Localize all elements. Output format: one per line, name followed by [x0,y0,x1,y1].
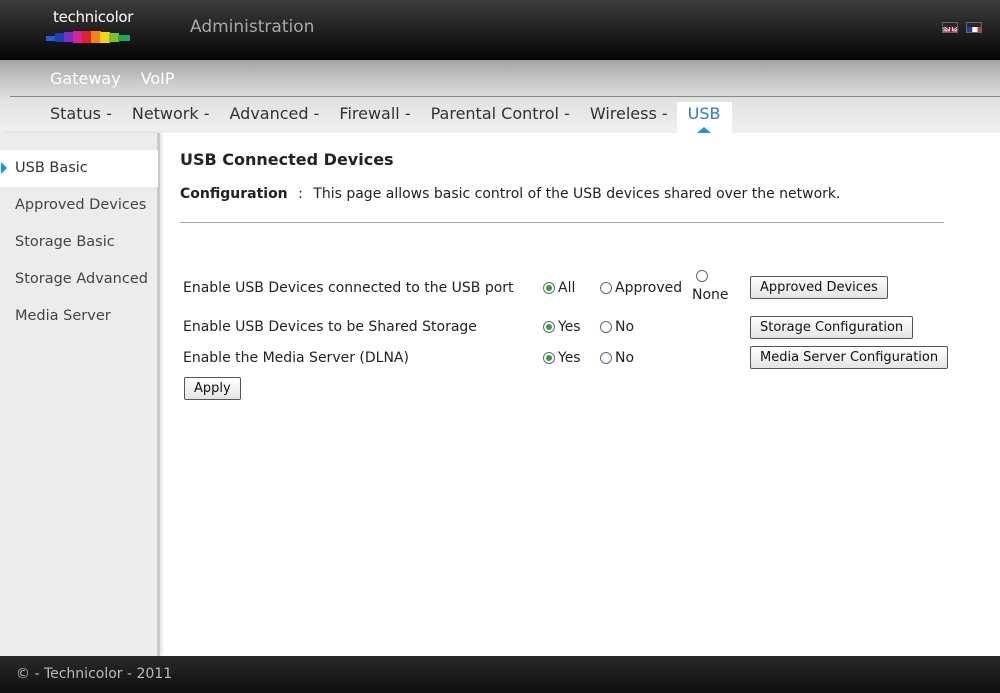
english-flag-icon[interactable] [942,22,958,33]
nav-divider [10,96,1000,97]
config-description: Configuration : This page allows basic c… [180,186,840,202]
radio-storage-no[interactable]: No [600,319,634,335]
radio-label: None [692,287,729,303]
radio-label: Yes [558,350,581,366]
footer: © - Technicolor - 2011 [0,656,1000,693]
radio-usb-none[interactable]: None [692,270,729,303]
language-selector [942,22,982,33]
sidebar-item-media-server[interactable]: Media Server [0,298,158,335]
app-title: Administration [190,17,315,37]
tab-wireless[interactable]: Wireless - [590,102,668,133]
sidebar-item-usb-basic[interactable]: USB Basic [0,150,158,187]
tab-network[interactable]: Network - [132,102,210,133]
nav-gateway[interactable]: Gateway [50,69,121,88]
sidebar-item-storage-basic[interactable]: Storage Basic [0,224,158,261]
storage-configuration-button[interactable]: Storage Configuration [750,316,914,339]
sidebar-item-label: Storage Advanced [15,271,148,287]
radio-label: Yes [558,319,581,335]
radio-unselected-icon [600,282,612,294]
config-separator: : [298,186,303,202]
config-label: Configuration [180,186,288,202]
config-text: This page allows basic control of the US… [313,186,841,202]
main-nav: Gateway VoIP [50,69,175,88]
sidebar: USB Basic Approved Devices Storage Basic… [0,133,160,656]
page-title: USB Connected Devices [180,150,394,169]
radio-unselected-icon [696,270,708,282]
radio-usb-approved[interactable]: Approved [600,280,682,296]
radio-label: No [615,350,635,366]
sidebar-item-label: Media Server [15,308,111,324]
approved-devices-button[interactable]: Approved Devices [750,276,888,299]
top-header: technicolor Administration [0,0,1000,60]
apply-button[interactable]: Apply [184,377,241,400]
radio-label: All [558,280,576,296]
radio-storage-yes[interactable]: Yes [543,319,581,335]
sidebar-item-label: Approved Devices [15,197,147,213]
sidebar-item-storage-advanced[interactable]: Storage Advanced [0,261,158,298]
media-server-label: Enable the Media Server (DLNA) [183,350,409,366]
navigation-bar: Gateway VoIP Status - Network - Advanced… [0,60,1000,133]
section-tabs: Status - Network - Advanced - Firewall -… [50,102,752,133]
copyright-text: © - Technicolor - 2011 [16,666,173,682]
media-server-configuration-button[interactable]: Media Server Configuration [750,346,949,369]
sidebar-item-label: Storage Basic [15,234,115,250]
tab-advanced[interactable]: Advanced - [230,102,320,133]
radio-usb-all[interactable]: All [543,280,575,296]
radio-label: No [615,319,635,335]
usb-port-label: Enable USB Devices connected to the USB … [183,280,514,296]
radio-media-no[interactable]: No [600,350,634,366]
french-flag-icon[interactable] [966,22,982,33]
logo-color-bar [46,31,130,43]
tab-status[interactable]: Status - [50,102,112,133]
radio-label: Approved [615,280,683,296]
active-arrow-icon [1,162,7,174]
tab-usb[interactable]: USB [676,102,732,133]
tab-firewall[interactable]: Firewall - [339,102,410,133]
sidebar-item-approved-devices[interactable]: Approved Devices [0,187,158,224]
logo-text: technicolor [53,8,134,26]
radio-media-yes[interactable]: Yes [543,350,581,366]
sidebar-item-label: USB Basic [15,160,88,176]
radio-selected-icon [543,352,555,364]
radio-selected-icon [543,282,555,294]
section-divider [180,222,944,223]
radio-unselected-icon [600,352,612,364]
radio-unselected-icon [600,321,612,333]
tab-parental-control[interactable]: Parental Control - [431,102,570,133]
nav-voip[interactable]: VoIP [141,69,175,88]
technicolor-logo: technicolor [46,8,136,46]
radio-selected-icon [543,321,555,333]
shared-storage-label: Enable USB Devices to be Shared Storage [183,319,477,335]
